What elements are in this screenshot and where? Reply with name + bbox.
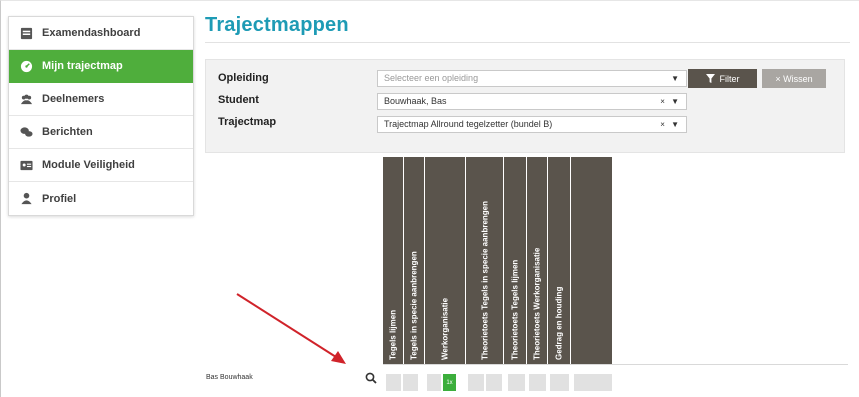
wissen-button[interactable]: × Wissen xyxy=(762,69,826,88)
opleiding-label: Opleiding xyxy=(218,72,269,84)
wissen-button-label: × Wissen xyxy=(775,73,813,84)
chat-icon xyxy=(19,125,33,139)
column-header: Theorietoets Tegels in specie aanbrengen xyxy=(466,157,504,364)
column-header-label: Theorietoets Tegels lijmen xyxy=(510,259,520,360)
sidebar-item-mijn-trajectmap[interactable]: Mijn trajectmap xyxy=(9,50,193,83)
sidebar-item-label: Deelnemers xyxy=(42,93,105,105)
sidebar: Examendashboard Mijn trajectmap Deelneme… xyxy=(8,16,194,216)
grid-cell-completed[interactable]: 1x xyxy=(443,374,456,391)
dashboard-icon xyxy=(19,26,33,40)
sidebar-item-label: Examendashboard xyxy=(42,27,141,39)
sidebar-item-examendashboard[interactable]: Examendashboard xyxy=(9,17,193,50)
grid-cell[interactable] xyxy=(468,374,484,391)
filter-button-label: Filter xyxy=(719,73,740,84)
grid-cell[interactable] xyxy=(574,374,612,391)
chevron-down-icon[interactable]: ▼ xyxy=(671,71,681,86)
title-divider xyxy=(205,42,850,43)
opleiding-placeholder: Selecteer een opleiding xyxy=(384,73,479,83)
grid-cell[interactable] xyxy=(508,374,525,391)
student-row-name: Bas Bouwhaak xyxy=(206,374,253,381)
sidebar-item-profiel[interactable]: Profiel xyxy=(9,182,193,215)
speedometer-icon xyxy=(19,59,33,73)
column-header: Theorietoets Werkorganisatie xyxy=(527,157,548,364)
filter-button[interactable]: Filter xyxy=(688,69,757,88)
column-header-label: Werkorganisatie xyxy=(440,297,450,360)
user-icon xyxy=(19,192,33,206)
column-header-label: Tegels lijmen xyxy=(388,309,398,360)
column-header: Tegels lijmen xyxy=(383,157,404,364)
funnel-icon xyxy=(705,74,715,83)
column-header-label: Tegels in specie aanbrengen xyxy=(409,251,419,360)
student-label: Student xyxy=(218,94,259,106)
column-header: Tegels in specie aanbrengen xyxy=(404,157,425,364)
column-header-label: Gedrag en houding xyxy=(554,286,564,360)
filter-panel: Opleiding Student Trajectmap Selecteer e… xyxy=(205,59,845,153)
grid-cell[interactable] xyxy=(427,374,441,391)
clear-and-chevron-icon[interactable]: × ▼ xyxy=(660,117,681,132)
column-header: Werkorganisatie xyxy=(425,157,466,364)
sidebar-item-deelnemers[interactable]: Deelnemers xyxy=(9,83,193,116)
sidebar-item-label: Berichten xyxy=(42,126,93,138)
column-header xyxy=(571,157,612,364)
sidebar-item-module-veiligheid[interactable]: Module Veiligheid xyxy=(9,149,193,182)
student-value: Bouwhaak, Bas xyxy=(384,96,447,106)
student-select[interactable]: Bouwhaak, Bas × ▼ xyxy=(377,93,687,110)
grid-cell[interactable] xyxy=(550,374,569,391)
sidebar-item-label: Mijn trajectmap xyxy=(42,60,123,72)
column-header: Theorietoets Tegels lijmen xyxy=(504,157,527,364)
page-title: Trajectmappen xyxy=(205,14,349,36)
trajectmap-label: Trajectmap xyxy=(218,116,277,128)
grid-cell[interactable] xyxy=(529,374,546,391)
users-icon xyxy=(19,92,33,106)
clear-and-chevron-icon[interactable]: × ▼ xyxy=(660,94,681,109)
sidebar-item-label: Module Veiligheid xyxy=(42,159,135,171)
sidebar-item-label: Profiel xyxy=(42,192,77,205)
grid-cell[interactable] xyxy=(386,374,401,391)
grid-divider xyxy=(383,364,848,365)
grid-cell[interactable] xyxy=(486,374,502,391)
search-icon[interactable] xyxy=(365,372,377,384)
sidebar-item-berichten[interactable]: Berichten xyxy=(9,116,193,149)
id-card-icon xyxy=(19,158,33,172)
column-header-label: Theorietoets Tegels in specie aanbrengen xyxy=(480,200,489,360)
trajectmap-select[interactable]: Trajectmap Allround tegelzetter (bundel … xyxy=(377,116,687,133)
opleiding-select[interactable]: Selecteer een opleiding ▼ xyxy=(377,70,687,87)
grid-cell[interactable] xyxy=(403,374,418,391)
trajectmap-value: Trajectmap Allround tegelzetter (bundel … xyxy=(384,119,553,129)
column-header-label: Theorietoets Werkorganisatie xyxy=(532,247,542,360)
column-header: Gedrag en houding xyxy=(548,157,571,364)
